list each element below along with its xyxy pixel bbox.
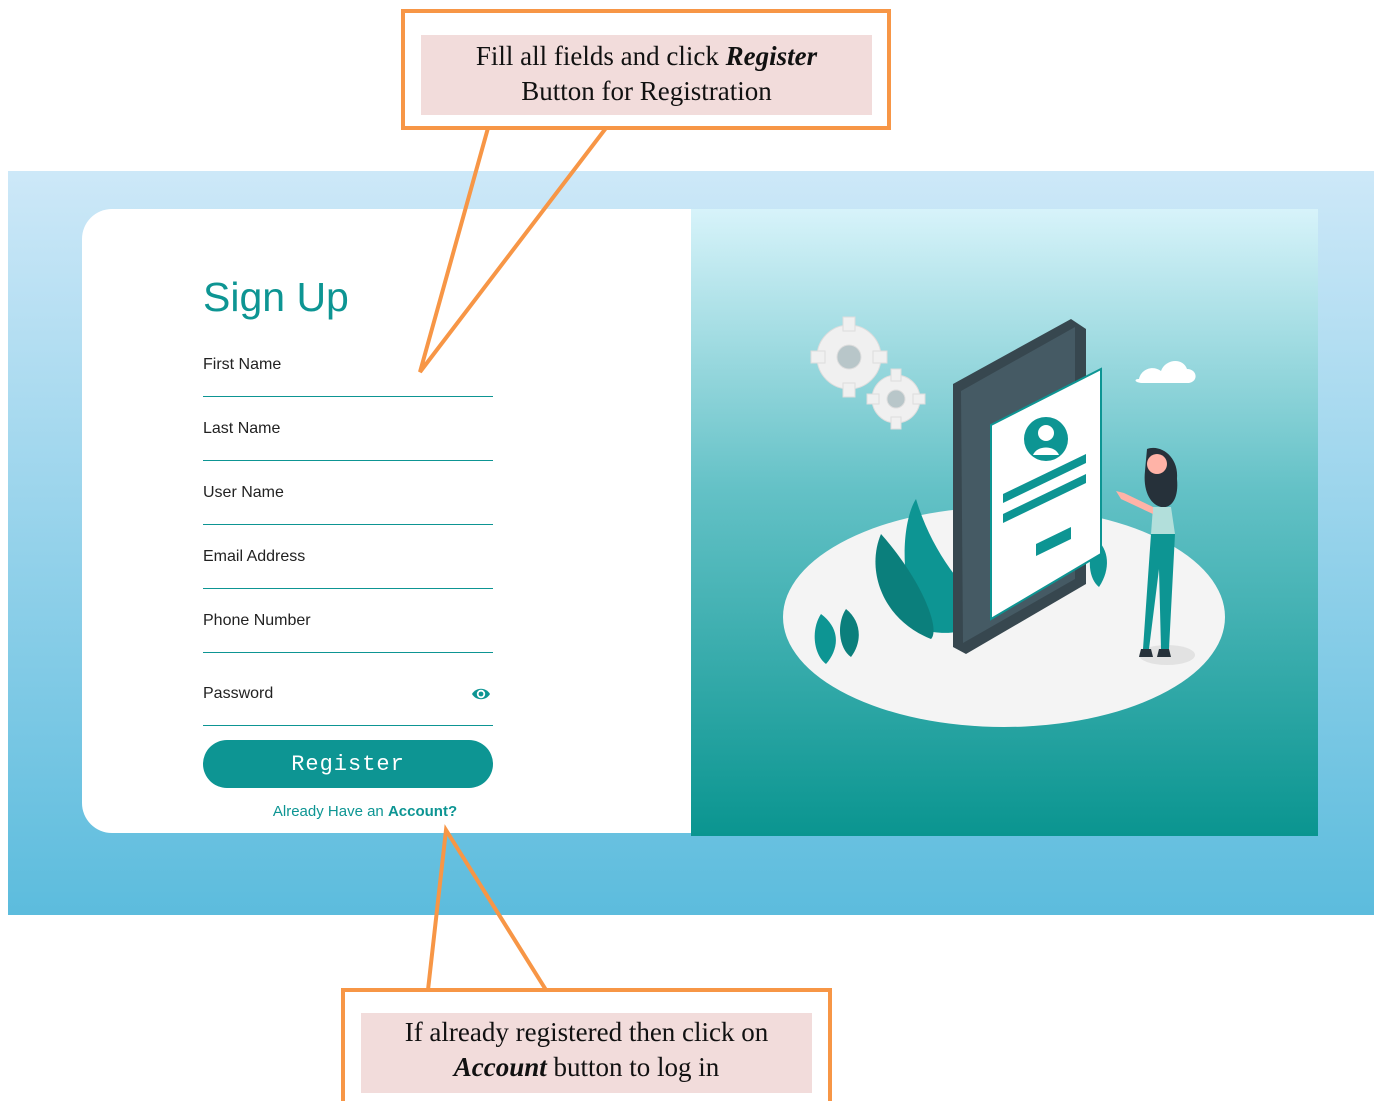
- email-input[interactable]: [203, 542, 493, 588]
- bottom-callout-text: If already registered then click on Acco…: [361, 1013, 812, 1093]
- account-link[interactable]: Account?: [388, 803, 457, 820]
- bottom-callout-line1: If already registered then click on: [404, 1017, 769, 1047]
- eye-icon[interactable]: [471, 685, 491, 703]
- account-prompt: Already Have an Account?: [203, 803, 527, 820]
- signup-illustration: [783, 316, 1225, 727]
- account-prefix: Already Have an: [272, 803, 388, 820]
- last-name-input[interactable]: [203, 414, 493, 460]
- bottom-callout-line2: button to log in: [546, 1052, 720, 1082]
- phone-field[interactable]: Phone Number: [203, 606, 493, 653]
- cloud-icon: [1135, 360, 1196, 383]
- bottom-callout-account-word: Account: [453, 1052, 547, 1082]
- illustration-panel: [691, 209, 1318, 836]
- top-callout-register-word: Register: [725, 41, 818, 71]
- user-name-input[interactable]: [203, 478, 493, 524]
- page-title: Sign Up: [203, 274, 349, 320]
- top-callout-line1: Fill all fields and click: [475, 41, 726, 71]
- gear-icon: [866, 368, 926, 430]
- last-name-field[interactable]: Last Name: [203, 414, 493, 461]
- top-callout-text: Fill all fields and click Register Butto…: [421, 35, 872, 115]
- user-name-field[interactable]: User Name: [203, 478, 493, 525]
- email-field[interactable]: Email Address: [203, 542, 493, 589]
- register-button[interactable]: Register: [203, 740, 493, 788]
- first-name-input[interactable]: [203, 350, 493, 396]
- phone-input[interactable]: [203, 606, 493, 652]
- password-input[interactable]: [203, 670, 493, 725]
- gear-icon: [810, 316, 888, 398]
- top-callout-line2: Button for Registration: [521, 76, 772, 106]
- password-field[interactable]: Password: [203, 670, 493, 726]
- first-name-field[interactable]: First Name: [203, 350, 493, 397]
